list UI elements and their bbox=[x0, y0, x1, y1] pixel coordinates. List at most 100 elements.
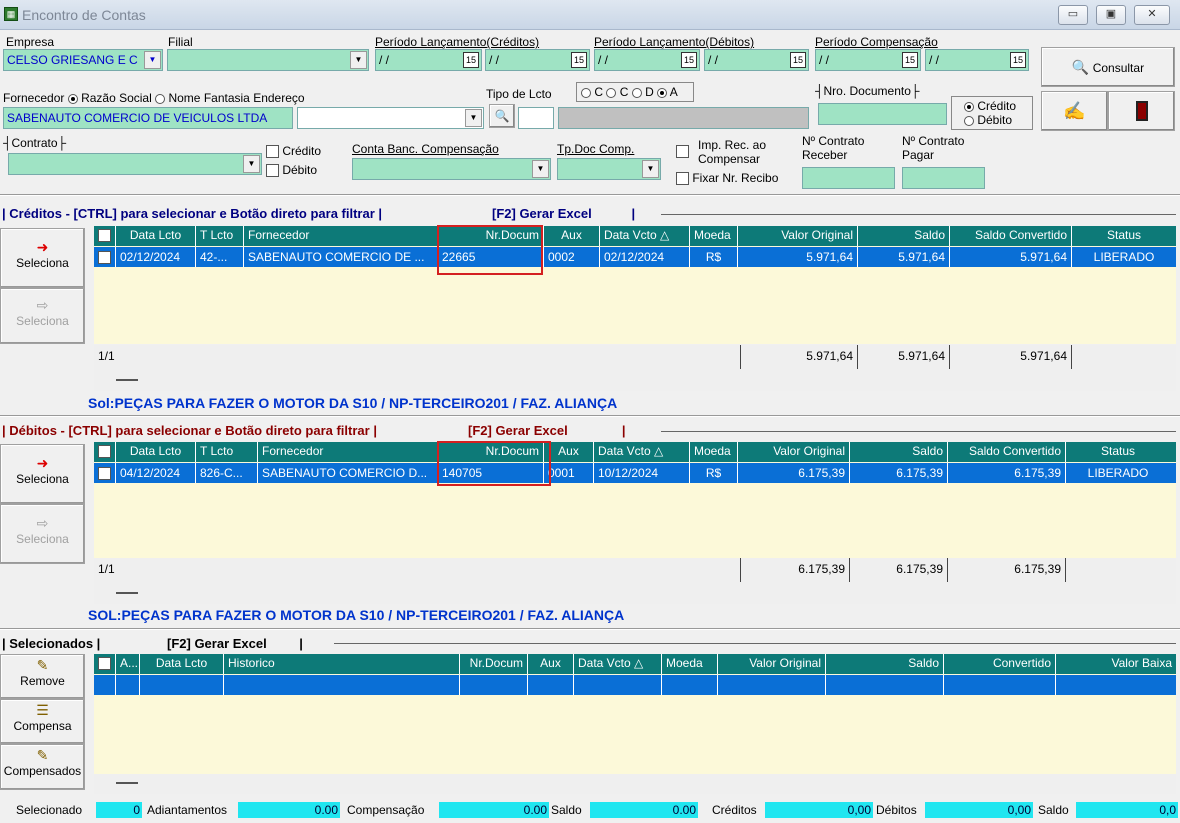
compensa-button[interactable]: ☰ Compensa bbox=[0, 699, 85, 744]
col-fornecedor[interactable]: Fornecedor bbox=[244, 226, 438, 246]
col-saldo[interactable]: Saldo bbox=[850, 442, 948, 462]
periodo-compensacao-inicio[interactable]: / /15 bbox=[815, 49, 921, 71]
debitos-excel-label[interactable]: [F2] Gerar Excel | bbox=[468, 423, 626, 438]
compensa-list-icon: ☰ bbox=[36, 702, 49, 718]
calendar-icon[interactable]: 15 bbox=[463, 52, 479, 68]
contrato-select[interactable]: ▼ bbox=[8, 153, 262, 175]
col-a[interactable]: A... bbox=[116, 654, 140, 674]
row-checkbox[interactable] bbox=[98, 467, 111, 481]
nro-documento-field[interactable] bbox=[818, 103, 947, 125]
col-nr-docum[interactable]: Nr.Docum bbox=[460, 654, 528, 674]
table-row[interactable] bbox=[94, 675, 1176, 695]
fornecedor-field[interactable]: SABENAUTO COMERCIO DE VEICULOS LTDA bbox=[3, 107, 293, 129]
close-button[interactable]: ✕ bbox=[1134, 5, 1170, 25]
col-saldo[interactable]: Saldo bbox=[858, 226, 950, 246]
tipo-cc-radio[interactable] bbox=[606, 87, 617, 98]
fixar-recibo-check[interactable]: Fixar Nr. Recibo bbox=[676, 171, 778, 186]
nro-doc-credito-radio[interactable] bbox=[964, 101, 974, 112]
creditos-scrollbar[interactable] bbox=[94, 369, 1176, 391]
col-valor-original[interactable]: Valor Original bbox=[738, 442, 850, 462]
fornecedor-select[interactable]: ▼ bbox=[297, 107, 484, 129]
contrato-credito-check[interactable]: Crédito bbox=[266, 144, 321, 159]
razao-social-radio[interactable] bbox=[67, 93, 78, 104]
edit-button[interactable]: ✍ bbox=[1041, 91, 1108, 131]
periodo-compensacao-fim[interactable]: / /15 bbox=[925, 49, 1029, 71]
col-data-vcto[interactable]: Data Vcto △ bbox=[574, 654, 662, 674]
calendar-icon[interactable]: 15 bbox=[681, 52, 697, 68]
periodo-creditos-fim[interactable]: / /15 bbox=[485, 49, 590, 71]
periodo-debitos-fim[interactable]: / /15 bbox=[704, 49, 809, 71]
col-valor-original[interactable]: Valor Original bbox=[718, 654, 826, 674]
select-all-checkbox[interactable] bbox=[98, 445, 111, 459]
col-data-lcto[interactable]: Data Lcto bbox=[140, 654, 224, 674]
col-status[interactable]: Status bbox=[1072, 226, 1176, 246]
saldo-value: 0.00 bbox=[590, 802, 698, 818]
tipo-a-radio[interactable] bbox=[657, 87, 668, 98]
col-moeda[interactable]: Moeda bbox=[690, 442, 738, 462]
col-saldo[interactable]: Saldo bbox=[826, 654, 944, 674]
tipo-d-radio[interactable] bbox=[631, 87, 642, 98]
debitos-seleciona-button[interactable]: ➜ Seleciona bbox=[0, 444, 85, 504]
conta-banc-select[interactable]: ▼ bbox=[352, 158, 551, 180]
remove-button[interactable]: ✎ Remove bbox=[0, 654, 85, 699]
tpdoc-select[interactable]: ▼ bbox=[557, 158, 661, 180]
filial-select[interactable]: ▼ bbox=[167, 49, 369, 71]
calendar-icon[interactable]: 15 bbox=[902, 52, 918, 68]
selecionados-scrollbar[interactable] bbox=[94, 774, 1176, 794]
table-row[interactable]: 02/12/2024 42-... SABENAUTO COMERCIO DE … bbox=[94, 247, 1176, 267]
exit-button[interactable] bbox=[1108, 91, 1175, 131]
col-moeda[interactable]: Moeda bbox=[662, 654, 718, 674]
col-valor-baixa[interactable]: Valor Baixa bbox=[1056, 654, 1176, 674]
col-t-lcto[interactable]: T Lcto bbox=[196, 442, 258, 462]
col-moeda[interactable]: Moeda bbox=[690, 226, 738, 246]
consultar-button[interactable]: 🔍 Consultar bbox=[1041, 47, 1175, 87]
tipo-c-radio[interactable] bbox=[581, 87, 591, 98]
debitos-scrollbar[interactable] bbox=[94, 582, 1176, 604]
imp-rec-checkbox[interactable] bbox=[676, 145, 689, 158]
maximize-button[interactable]: ▣ bbox=[1096, 5, 1126, 25]
periodo-debitos-inicio[interactable]: / /15 bbox=[594, 49, 700, 71]
col-data-vcto[interactable]: Data Vcto △ bbox=[594, 442, 690, 462]
creditos-excel-label[interactable]: [F2] Gerar Excel | bbox=[492, 206, 635, 221]
cell-aux: 0002 bbox=[544, 247, 600, 267]
contrato-pagar-field[interactable] bbox=[902, 167, 985, 189]
nro-doc-debito-radio[interactable] bbox=[964, 115, 974, 126]
col-aux[interactable]: Aux bbox=[544, 442, 594, 462]
col-status[interactable]: Status bbox=[1066, 442, 1170, 462]
col-t-lcto[interactable]: T Lcto bbox=[196, 226, 244, 246]
col-fornecedor[interactable]: Fornecedor bbox=[258, 442, 438, 462]
calendar-icon[interactable]: 15 bbox=[1010, 52, 1026, 68]
compensados-button[interactable]: ✎ Compensados bbox=[0, 744, 85, 790]
col-saldo-convertido[interactable]: Saldo Convertido bbox=[950, 226, 1072, 246]
select-all-checkbox[interactable] bbox=[98, 229, 111, 243]
pager: 1/1 bbox=[98, 349, 115, 363]
select-all-checkbox[interactable] bbox=[98, 657, 111, 671]
debitos-seleciona-disabled-button[interactable]: ⇨ Seleciona bbox=[0, 504, 85, 564]
col-aux[interactable]: Aux bbox=[544, 226, 600, 246]
col-data-lcto[interactable]: Data Lcto bbox=[116, 226, 196, 246]
calendar-icon[interactable]: 15 bbox=[571, 52, 587, 68]
creditos-seleciona-button[interactable]: ➜ Seleciona bbox=[0, 228, 85, 288]
col-valor-original[interactable]: Valor Original bbox=[738, 226, 858, 246]
contrato-receber-field[interactable] bbox=[802, 167, 895, 189]
col-data-lcto[interactable]: Data Lcto bbox=[116, 442, 196, 462]
creditos-seleciona-disabled-button[interactable]: ⇨ Seleciona bbox=[0, 288, 85, 344]
col-aux[interactable]: Aux bbox=[528, 654, 574, 674]
search-fornecedor-button[interactable]: 🔍 bbox=[489, 104, 515, 128]
contrato-debito-check[interactable]: Débito bbox=[266, 163, 317, 178]
minimize-button[interactable]: ▭ bbox=[1058, 5, 1088, 25]
col-convertido[interactable]: Convertido bbox=[944, 654, 1056, 674]
col-historico[interactable]: Historico bbox=[224, 654, 460, 674]
total-saldo: 6.175,39 bbox=[850, 558, 948, 582]
empresa-select[interactable]: CELSO GRIESANG E C ▼ bbox=[3, 49, 163, 71]
col-saldo-convertido[interactable]: Saldo Convertido bbox=[948, 442, 1066, 462]
table-row[interactable]: 04/12/2024 826-C... SABENAUTO COMERCIO D… bbox=[94, 463, 1176, 483]
calendar-icon[interactable]: 15 bbox=[790, 52, 806, 68]
nome-fantasia-radio[interactable] bbox=[155, 93, 166, 104]
selecionados-excel-label[interactable]: [F2] Gerar Excel | bbox=[167, 636, 303, 651]
row-checkbox[interactable] bbox=[98, 251, 111, 265]
total-valor-original: 5.971,64 bbox=[740, 345, 858, 369]
periodo-creditos-inicio[interactable]: / /15 bbox=[375, 49, 482, 71]
col-data-vcto[interactable]: Data Vcto △ bbox=[600, 226, 690, 246]
tipo-lcto-code[interactable] bbox=[518, 107, 554, 129]
